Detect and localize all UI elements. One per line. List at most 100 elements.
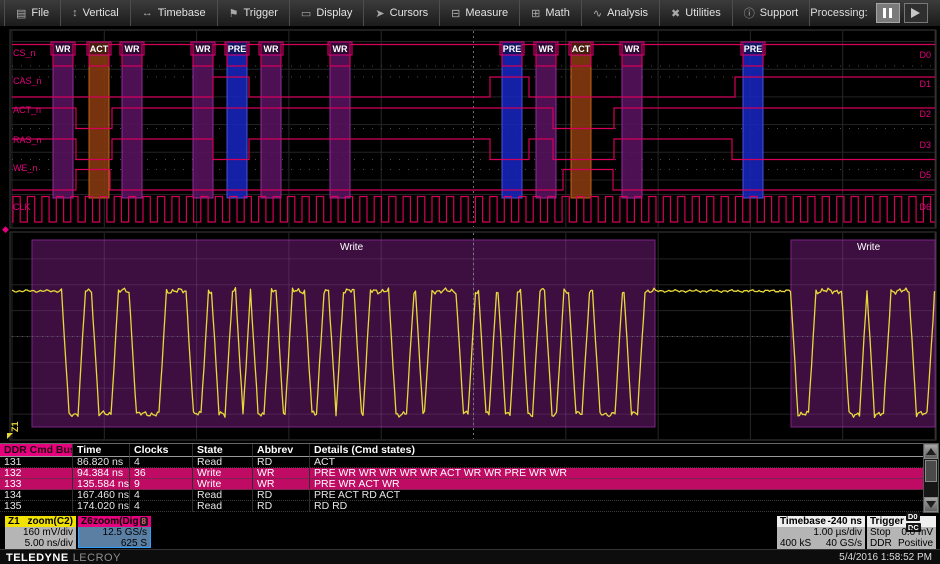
analog-zoom-panel[interactable]: WriteWrite <box>0 230 940 443</box>
svg-text:CS_n: CS_n <box>13 48 36 58</box>
svg-text:WR: WR <box>539 44 554 54</box>
z6-descriptor-box[interactable]: Z6 zoom(Dig8 12.5 GS/s 625 S <box>78 516 151 548</box>
svg-text:PRE: PRE <box>228 44 247 54</box>
menu-item-timebase[interactable]: ↔Timebase <box>131 0 218 26</box>
digital-timing-panel[interactable]: WRACTWRWRPREWRWRPREWRACTWRPRECS_nCAS_nAC… <box>0 28 940 230</box>
svg-text:Write: Write <box>340 242 364 253</box>
z1-tdiv: 5.00 ns/div <box>25 539 73 550</box>
table-cell: ACT <box>310 457 923 468</box>
z6-samplerate: 12.5 GS/s <box>103 528 147 539</box>
menu-item-vertical[interactable]: ↕Vertical <box>61 0 131 26</box>
svg-text:WR: WR <box>125 44 140 54</box>
table-cell: Write <box>193 468 253 479</box>
table-cell: 135.584 ns <box>73 479 130 490</box>
menu-item-label: Measure <box>465 7 508 19</box>
table-cell: WR <box>253 468 310 479</box>
menu-item-label: Trigger <box>243 7 277 19</box>
decode-table-header: DDR Cmd Bus Time Clocks State Abbrev Det… <box>0 443 923 457</box>
z1-source: zoom(C2) <box>27 516 73 527</box>
svg-text:WR: WR <box>625 44 640 54</box>
table-cell: 4 <box>130 490 193 501</box>
trigger-slope: Positive <box>898 539 933 550</box>
table-cell: PRE WR WR WR WR WR ACT WR WR PRE WR WR <box>310 468 923 479</box>
measure-icon: ⊟ <box>451 7 460 20</box>
brand-logo: TELEDYNELECROY <box>6 552 121 564</box>
table-row[interactable]: 135174.020 ns4ReadRDRD RD <box>0 501 923 512</box>
menu-item-cursors[interactable]: ➤ Cursors <box>364 0 440 26</box>
svg-text:ACT_n: ACT_n <box>13 105 41 115</box>
trigger-level: 0.0 mV <box>901 528 933 539</box>
table-scrollbar[interactable] <box>923 443 939 513</box>
math-icon: ⊞ <box>531 7 540 20</box>
menu-item-file[interactable]: ▤File <box>4 0 61 26</box>
digital-group-badge: 8 <box>140 517 148 526</box>
timebase-descriptor-box[interactable]: Timebase-240 ns 1.00 µs/div 400 kS40 GS/… <box>777 516 865 550</box>
trigger-mode: Stop <box>870 528 891 539</box>
pause-icon <box>883 8 886 18</box>
timebase-samples: 400 kS <box>780 539 811 550</box>
panel-position-marker-icon: ◆ <box>2 224 9 235</box>
pause-button[interactable] <box>876 3 900 23</box>
table-row[interactable]: 13294.384 ns36WriteWRPRE WR WR WR WR WR … <box>0 468 923 479</box>
svg-text:PRE: PRE <box>503 44 522 54</box>
trigger-source-badge: D0 <box>906 512 920 521</box>
trigger-descriptor-box[interactable]: Trigger D0DC Stop0.0 mV DDRPositive <box>867 516 936 550</box>
arrow-down-icon <box>926 501 936 508</box>
menu-item-support[interactable]: ⓘSupport <box>733 0 811 26</box>
table-cell: 133 <box>0 479 73 490</box>
table-cell: 86.820 ns <box>73 457 130 468</box>
scroll-thumb[interactable] <box>925 460 937 482</box>
file-icon: ▤ <box>16 7 26 20</box>
menu-item-label: Analysis <box>607 7 648 19</box>
menu-item-display[interactable]: ▭ Display <box>290 0 364 26</box>
svg-text:WR: WR <box>56 44 71 54</box>
table-row[interactable]: 13186.820 ns4ReadRDACT <box>0 457 923 468</box>
display-icon: ▭ <box>301 7 311 20</box>
column-header-details: Details (Cmd states) <box>310 444 923 457</box>
decode-table: DDR Cmd Bus Time Clocks State Abbrev Det… <box>0 443 923 512</box>
table-cell: 94.384 ns <box>73 468 130 479</box>
timebase-title: Timebase <box>780 516 826 527</box>
svg-text:WR: WR <box>333 44 348 54</box>
processing-label: Processing: <box>810 7 867 19</box>
menu-item-measure[interactable]: ⊟ Measure <box>440 0 520 26</box>
table-cell: RD <box>253 457 310 468</box>
table-cell: 134 <box>0 490 73 501</box>
play-button[interactable] <box>904 3 928 23</box>
play-icon <box>911 8 920 18</box>
svg-text:PRE: PRE <box>744 44 763 54</box>
svg-text:WR: WR <box>196 44 211 54</box>
menu-item-label: Cursors <box>390 7 429 19</box>
menu-item-trigger[interactable]: ⚑Trigger <box>218 0 290 26</box>
scroll-up-button[interactable] <box>924 444 938 459</box>
menu-item-label: Utilities <box>685 7 720 19</box>
menu-item-label: Math <box>545 7 569 19</box>
table-title[interactable]: DDR Cmd Bus <box>0 444 73 457</box>
arrow-up-icon <box>926 448 936 455</box>
trigger-title: Trigger <box>870 516 904 527</box>
menu-item-analysis[interactable]: ∿Analysis <box>582 0 660 26</box>
timebase-icon: ↔ <box>142 7 153 19</box>
menu-item-label: Display <box>316 7 352 19</box>
menu-item-math[interactable]: ⊞ Math <box>520 0 582 26</box>
svg-text:D0: D0 <box>919 50 931 60</box>
column-header-state: State <box>193 444 253 457</box>
table-row[interactable]: 134167.460 ns4ReadRDPRE ACT RD ACT <box>0 490 923 501</box>
cursors-icon: ➤ <box>375 7 384 20</box>
z1-descriptor-box[interactable]: Z1zoom(C2) 160 mV/div 5.00 ns/div <box>5 516 76 550</box>
table-row[interactable]: 133135.584 ns9WriteWRPRE WR ACT WR <box>0 479 923 490</box>
z1-trace-label: Z1 <box>10 421 20 432</box>
menu-item-label: Vertical <box>83 7 119 19</box>
table-cell: 9 <box>130 479 193 490</box>
table-cell: Read <box>193 490 253 501</box>
oscilloscope-screen: ▤File↕Vertical↔Timebase⚑Trigger▭Display➤… <box>0 0 940 564</box>
table-cell: 167.460 ns <box>73 490 130 501</box>
svg-text:WE_n: WE_n <box>13 163 38 173</box>
menu-item-utilities[interactable]: ✖Utilities <box>660 0 733 26</box>
table-cell: 4 <box>130 501 193 512</box>
table-cell: PRE ACT RD ACT <box>310 490 923 501</box>
table-cell: 174.020 ns <box>73 501 130 512</box>
z6-name: Z6 <box>81 516 93 527</box>
menu-right-controls: Processing: Gesture Undo↶ <box>810 2 940 24</box>
table-cell: PRE WR ACT WR <box>310 479 923 490</box>
